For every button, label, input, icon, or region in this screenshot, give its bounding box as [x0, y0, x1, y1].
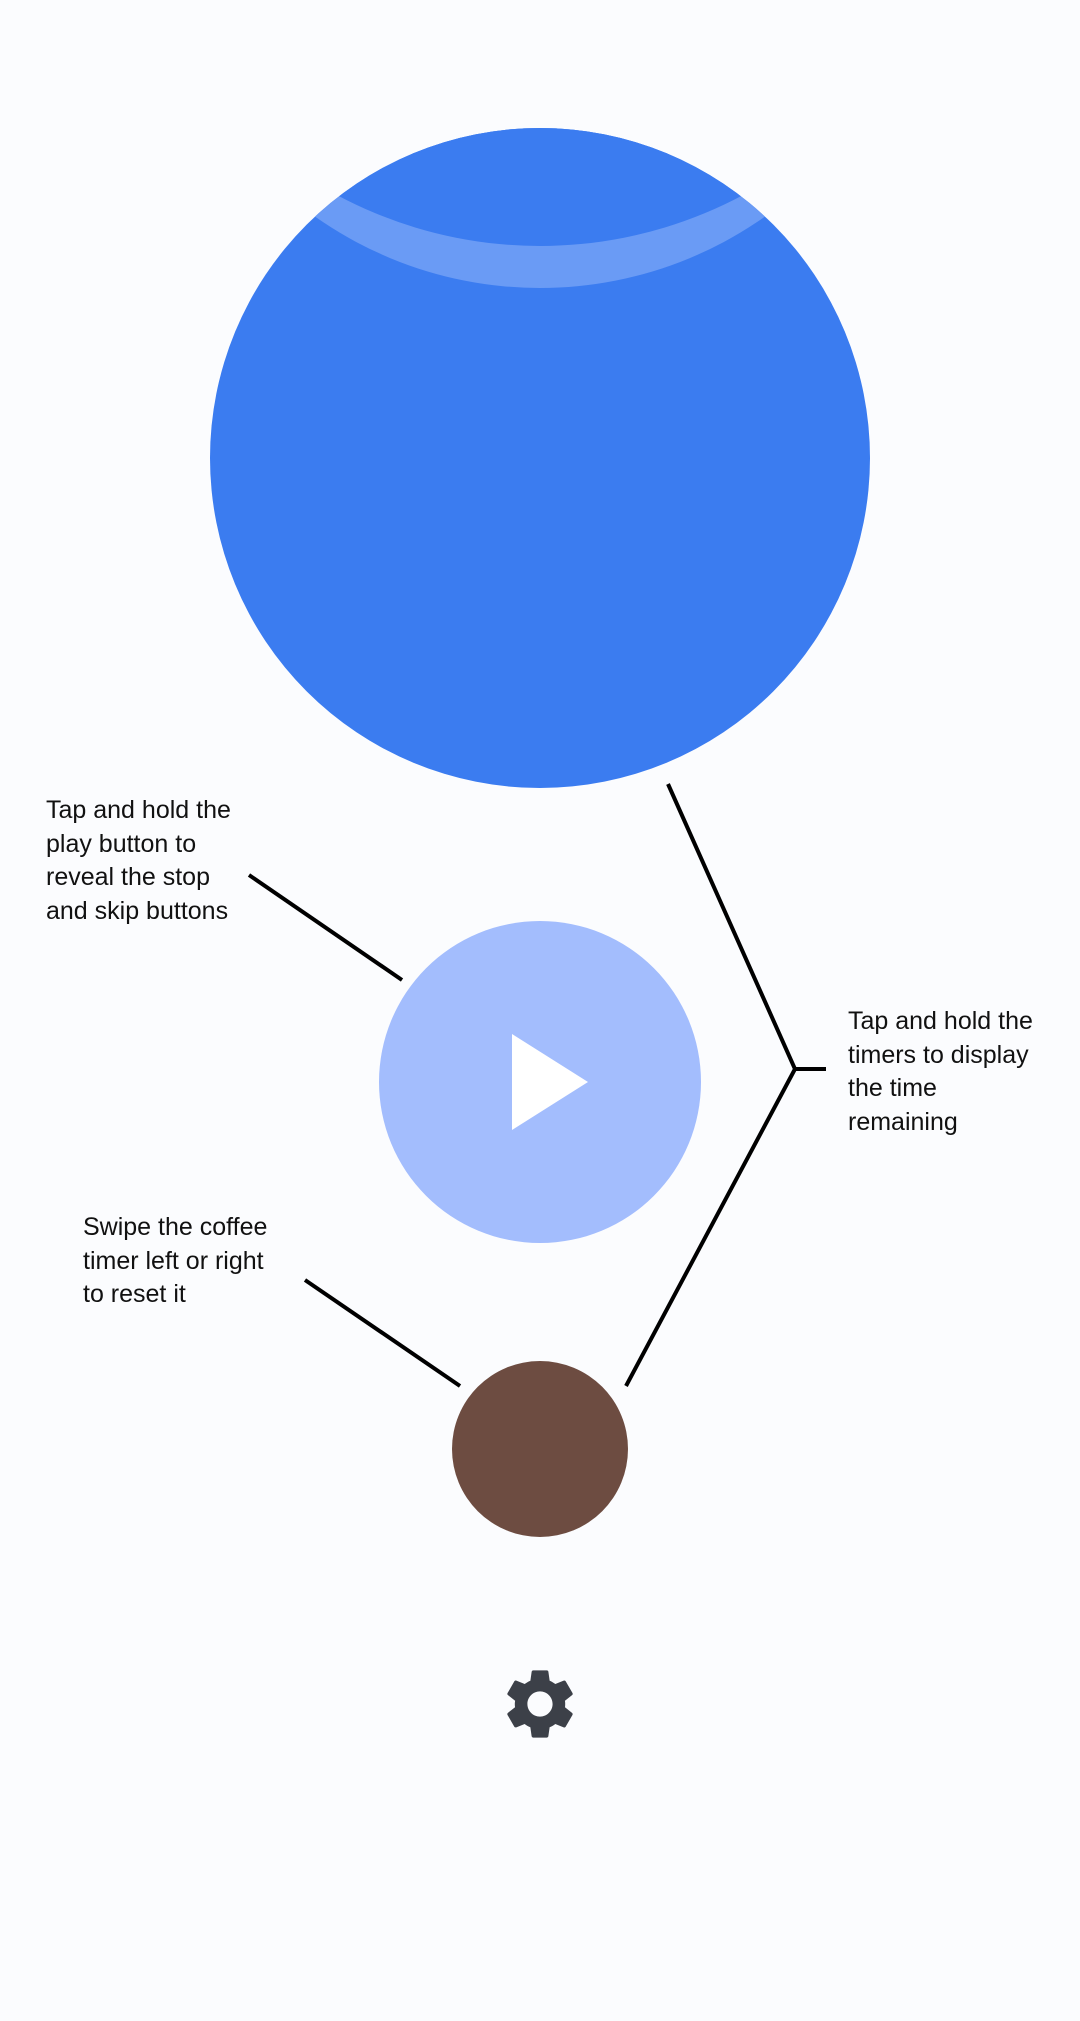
play-button[interactable]: [379, 921, 701, 1243]
hint-timers: Tap and hold the timers to display the t…: [848, 1005, 1033, 1139]
hint-coffee-line: [303, 1278, 462, 1388]
hint-line: timers to display: [848, 1040, 1029, 1069]
settings-button[interactable]: [498, 1662, 582, 1746]
gear-icon: [507, 1670, 573, 1738]
hint-line: and skip buttons: [46, 896, 229, 925]
hint-line: to reset it: [83, 1280, 186, 1308]
hint-line: the time: [848, 1074, 937, 1102]
hint-line: reveal the stop: [46, 863, 210, 891]
hint-line: remaining: [848, 1107, 958, 1136]
hint-line: Tap and hold the: [848, 1007, 1033, 1035]
coffee-timer[interactable]: [452, 1361, 628, 1537]
hint-line: play button to: [46, 829, 197, 858]
hint-line: timer left or right: [83, 1246, 264, 1275]
hint-line: Tap and hold the: [46, 796, 231, 824]
hint-coffee-timer: Swipe the coffee timer left or right to …: [83, 1211, 267, 1312]
hint-line: Swipe the coffee: [83, 1213, 268, 1241]
main-timer[interactable]: [210, 128, 870, 788]
hint-play-button: Tap and hold the play button to reveal t…: [46, 794, 231, 928]
play-icon: [512, 1034, 588, 1130]
